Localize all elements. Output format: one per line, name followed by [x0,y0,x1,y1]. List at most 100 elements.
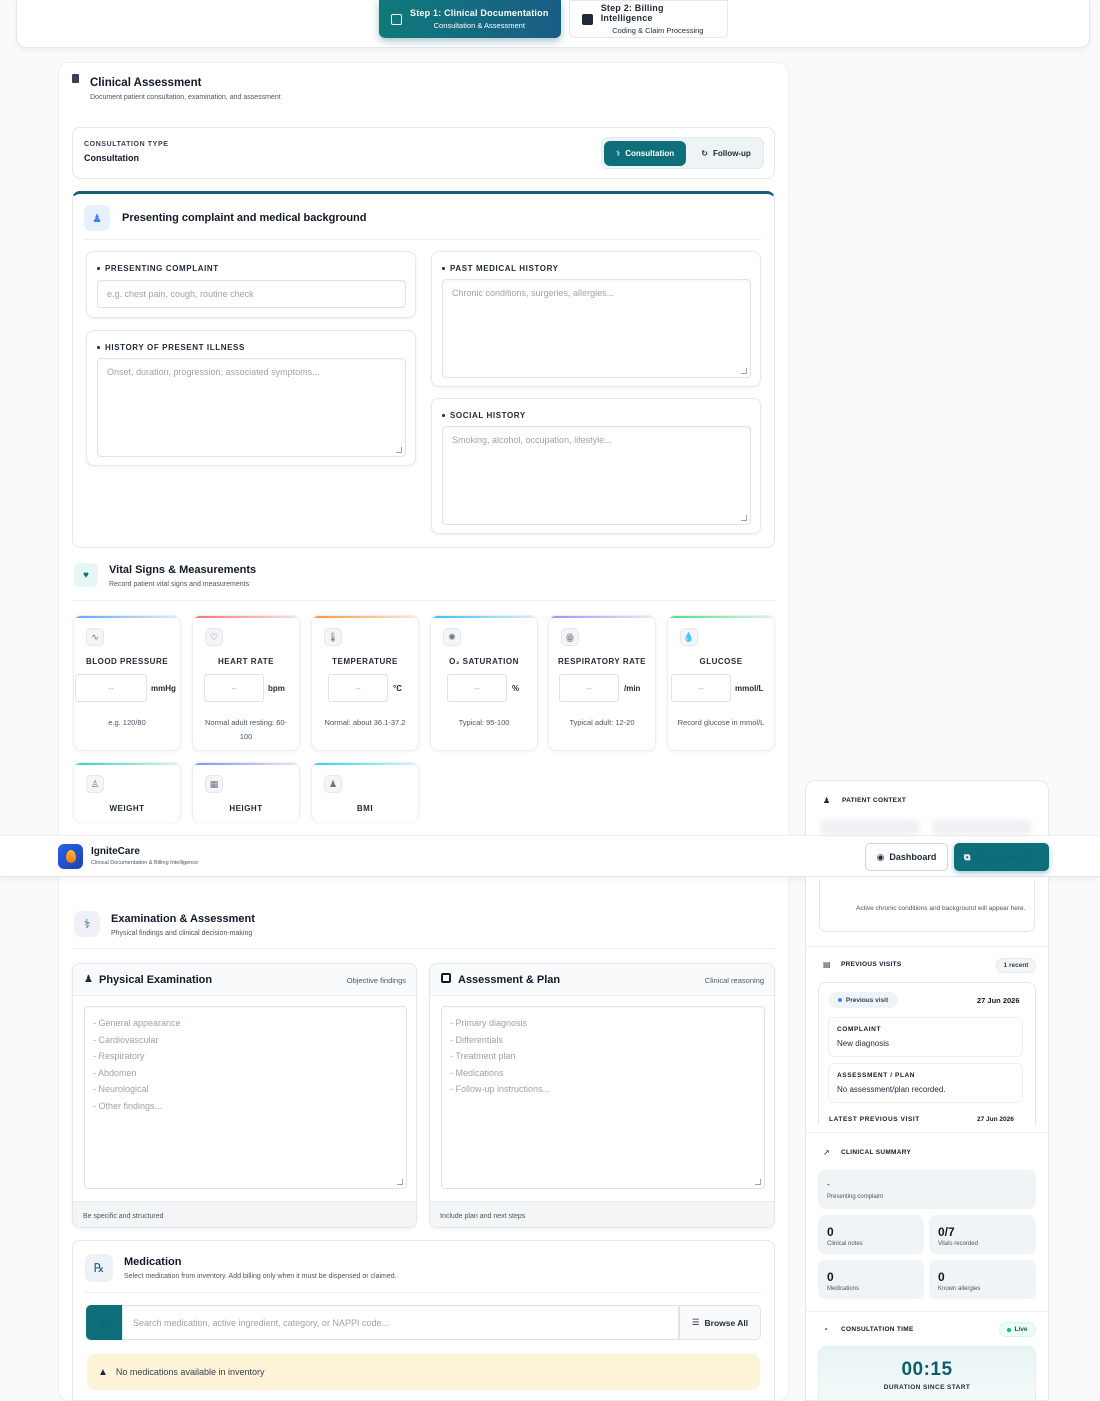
vital-accent-bar [312,763,418,765]
timer-label: DURATION SINCE START [883,1384,971,1391]
vital-input[interactable]: -- [559,674,619,702]
consultation-type-toggle: ⚕ Consultation ↻ Follow-up [601,137,764,169]
previous-visit-date: 27 Jun 2026 [977,996,1020,1005]
placeholder-line: - Abdomen [93,1067,137,1078]
new-patient-button[interactable]: ⧉ New Patient [954,843,1049,871]
social-history-textarea[interactable]: Smoking, alcohol, occupation, lifestyle.… [442,426,751,525]
consultation-type-value: Consultation [84,153,139,163]
vital-hint: Typical: 95-100 [458,718,510,727]
consultation-option[interactable]: ⚕ Consultation [604,141,686,166]
step-2-subtitle: Coding & Claim Processing [612,26,704,35]
medication-empty-text: No medications available in inventory [115,1367,265,1377]
exam-title: Examination & Assessment [111,913,255,925]
stat-vitals-recorded: 0/7 Vitals recorded [929,1215,1036,1254]
vital-unit: bpm [268,684,285,693]
step-2-title: Step 2: Billing Intelligence [600,3,664,23]
stethoscope-icon: ⚕ [615,149,621,158]
divider [805,1311,1049,1312]
oxygen-icon: ✺ [443,628,461,646]
pmh-placeholder: Chronic conditions, surgeries, allergies… [452,288,615,298]
divider [85,1292,761,1293]
stat-value: 0/7 [938,1225,955,1239]
physical-exam-footer: Be specific and structured [73,1201,416,1227]
live-badge: Live [999,1322,1036,1337]
vital-input[interactable]: -- [671,674,731,702]
lungs-icon: ꙮ [561,628,579,646]
summary-complaint-label: Presenting complaint [827,1194,884,1200]
patient-icon: ♟ [84,205,110,231]
medication-search-input[interactable]: Search medication, active ingredient, ca… [122,1305,679,1340]
chronic-conditions-box: Active chronic conditions and background… [819,880,1035,932]
placeholder-line: - Treatment plan [450,1051,516,1061]
visit-complaint-box: COMPLAINT New diagnosis [828,1017,1023,1057]
assessment-plan-footer: Include plan and next steps [430,1201,774,1227]
vital-name: TEMPERATURE [332,657,398,666]
droplet-icon: 💧 [680,628,698,646]
calendar-icon: ▤ [823,960,831,969]
vital-input[interactable]: -- [328,674,388,702]
placeholder-line: - Cardiovascular [93,1034,159,1045]
social-history-field: SOCIAL HISTORY Smoking, alcohol, occupat… [431,398,761,534]
summary-complaint-value: - [827,1180,830,1189]
placeholder-line: - General appearance [93,1018,181,1028]
vitals-heart-icon: ♥ [74,563,98,587]
vital-unit: /min [624,684,641,693]
previous-visit-pill-label: Previous visit [845,996,889,1004]
patient-tile [820,819,920,835]
pmh-textarea[interactable]: Chronic conditions, surgeries, allergies… [442,279,751,378]
list-icon: ☰ [691,1317,700,1327]
latest-visit-date: 27 Jun 2026 [977,1116,1014,1123]
timer-value: 00:15 [901,1359,953,1380]
warning-icon: ▲ [98,1366,108,1378]
step-1-title: Step 1: Clinical Documentation [410,8,549,18]
vital-hint: Typical adult: 12-20 [569,718,635,727]
weight-icon: ♙ [86,775,104,793]
presenting-complaint-input[interactable]: e.g. chest pain, cough, routine check [97,280,406,308]
vital-hint: Record glucose in mmol/L [677,718,765,727]
pills-icon: ℞ [85,1254,113,1282]
vital-name: RESPIRATORY RATE [557,657,646,666]
stat-label: Clinical notes [827,1241,863,1247]
consultation-option-label: Consultation [625,149,675,158]
step-1-tab[interactable]: Step 1: Clinical Documentation Consultati… [379,0,561,38]
dashboard-icon: ◉ [876,851,885,862]
vital-card: ♟ BMI [311,762,419,822]
chart-icon: ↗ [823,1148,830,1157]
visit-plan-label: ASSESSMENT / PLAN [837,1072,916,1079]
dashboard-button[interactable]: ◉ Dashboard [865,843,948,871]
vital-name: BMI [356,804,374,813]
clinical-summary-title: CLINICAL SUMMARY [841,1149,912,1156]
vital-input[interactable]: -- [204,674,264,702]
assessment-plan-header: Assessment & Plan Clinical reasoning [430,964,774,996]
browse-all-button[interactable]: ☰ Browse All [679,1305,761,1340]
vital-card: ▦ HEIGHT [192,762,300,822]
vital-input[interactable]: -- [447,674,507,702]
thermometer-icon: 🌡 [324,628,342,646]
placeholder-line: - Primary diagnosis [450,1018,528,1028]
divider [72,948,775,949]
stat-label: Known allergies [938,1286,981,1292]
physical-exam-textarea[interactable]: - General appearance - Cardiovascular - Re… [84,1006,407,1189]
vital-card: ∿ BLOOD PRESSURE -- mmHg e.g. 120/80 [73,615,181,751]
vital-input[interactable]: -- [75,674,147,702]
vital-card: ♡ HEART RATE -- bpm Normal adult resting:… [192,615,300,751]
vital-hint: Normal: about 36.1-37.2 [324,718,406,727]
consultation-type-label: CONSULTATION TYPE [84,141,169,148]
step-2-tab[interactable]: Step 2: Billing Intelligence Coding & Cla… [569,0,728,38]
vital-hint: Normal adult resting: 60-100 [204,718,288,741]
physical-exam-header: ♟ Physical Examination Objective finding… [73,964,416,996]
patient-tile [932,819,1032,835]
placeholder-line: - Differentials [450,1034,503,1045]
follow-up-option[interactable]: ↻ Follow-up [690,141,762,166]
assessment-plan-textarea[interactable]: - Primary diagnosis - Differentials - Trea… [441,1006,765,1189]
placeholder-line: - Neurological [93,1084,149,1094]
vital-unit: °C [393,684,402,693]
app-name: IgniteCare [91,846,140,857]
social-history-placeholder: Smoking, alcohol, occupation, lifestyle.… [452,435,612,445]
summary-complaint-tile: - Presenting complaint [818,1170,1036,1209]
presenting-complaint-label: PRESENTING COMPLAINT [105,264,219,273]
dashboard-label: Dashboard [889,852,937,862]
hpi-textarea[interactable]: Onset, duration, progression, associated… [97,358,406,457]
ignitecare-logo[interactable] [58,844,83,869]
divider [72,600,775,601]
